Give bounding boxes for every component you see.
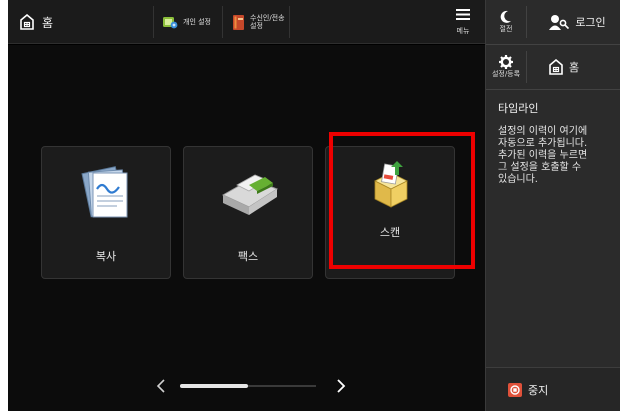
menu-button[interactable]: 메뉴: [448, 4, 478, 40]
book-icon: [233, 14, 244, 30]
chevron-left-icon[interactable]: [152, 376, 172, 396]
page-indicator-thumb: [180, 384, 248, 388]
panel-divider: [526, 51, 527, 83]
home-icon: [20, 14, 34, 30]
timeline-description: 설정의 이력이 여기에 자동으로 추가됩니다. 추가된 이력을 누르면 그 설정…: [498, 126, 588, 185]
home-button[interactable]: 홈: [534, 45, 594, 89]
top-bar: 홈 개인 설정 수신인/전송 설정 메뉴: [8, 0, 485, 44]
stop-icon: [508, 383, 522, 397]
right-panel: 절전 로그인 설정/등록 홈 타임라인 설정의 이력이 여기에 자동으로 추가됩…: [485, 0, 620, 411]
home-label: 홈: [42, 15, 54, 30]
fax-label: 팩스: [237, 250, 259, 263]
settings-registration-label: 설정/등록: [491, 70, 521, 78]
stop-label: 중지: [528, 384, 549, 397]
fax-tile[interactable]: 팩스: [183, 146, 313, 279]
login-label: 로그인: [575, 16, 606, 29]
gear-icon: [499, 55, 513, 69]
recipient-send-settings-button[interactable]: 수신인/전송 설정: [232, 6, 285, 38]
scan-box-icon: [374, 161, 408, 208]
recv-send-line1: 수신인/전송: [250, 14, 285, 22]
chevron-right-icon[interactable]: [330, 376, 350, 396]
scan-tile[interactable]: 스캔: [325, 146, 455, 279]
stop-area: 중지: [486, 367, 620, 411]
home-icon: [549, 59, 563, 75]
page-indicator: [180, 384, 316, 388]
power-save-label: 절전: [499, 25, 513, 33]
topbar-divider: [222, 6, 223, 38]
scan-label: 스캔: [379, 226, 401, 239]
login-button[interactable]: 로그인: [534, 0, 620, 44]
home-shortcut[interactable]: 홈: [20, 10, 53, 34]
personal-settings-icon: [163, 17, 178, 29]
hamburger-menu-icon: [456, 9, 470, 20]
stop-button[interactable]: 중지: [508, 380, 548, 400]
main-area: 복사 팩스 스캔: [8, 45, 485, 411]
user-key-icon: [549, 15, 570, 30]
device-screen: 홈 개인 설정 수신인/전송 설정 메뉴 복사 팩스 스캔 절전 로그인 설정/…: [8, 0, 620, 411]
home-label: 홈: [568, 61, 580, 74]
topbar-divider: [153, 6, 154, 38]
recv-send-line2: 설정: [250, 22, 263, 30]
personal-settings-label: 개인 설정: [183, 18, 211, 26]
settings-registration-button[interactable]: 설정/등록: [486, 45, 526, 89]
power-save-button[interactable]: 절전: [486, 0, 526, 44]
recipient-send-settings-label: 수신인/전송 설정: [250, 14, 285, 30]
fax-machine-icon: [221, 174, 279, 215]
copy-label: 복사: [95, 250, 117, 263]
moon-icon: [500, 10, 511, 23]
personal-settings-button[interactable]: 개인 설정: [162, 6, 211, 38]
panel-divider: [486, 89, 620, 90]
page-navigator: [8, 376, 485, 396]
copy-documents-icon: [81, 166, 128, 218]
topbar-divider: [289, 6, 290, 38]
timeline-title: 타임라인: [498, 102, 539, 115]
panel-divider: [526, 6, 527, 38]
menu-label: 메뉴: [456, 27, 470, 35]
copy-tile[interactable]: 복사: [41, 146, 171, 279]
